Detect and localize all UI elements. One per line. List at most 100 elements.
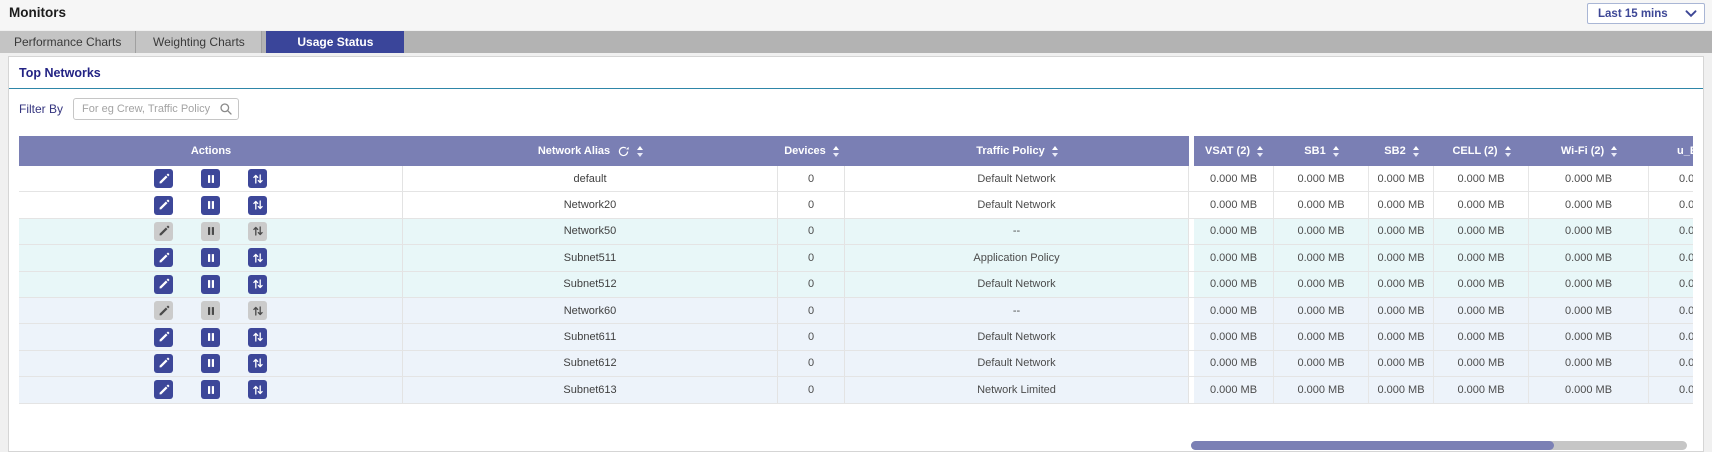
usage-cell: 0.000 MB — [1529, 166, 1649, 191]
sort-desc-icon — [1413, 153, 1419, 157]
column-header-devices[interactable]: Devices — [778, 136, 845, 166]
sort-control[interactable] — [637, 146, 643, 157]
network-alias-cell: Subnet613 — [403, 377, 778, 402]
tab-performance-charts[interactable]: Performance Charts — [0, 31, 136, 53]
edit-button[interactable] — [154, 301, 173, 320]
devices-cell: 0 — [778, 192, 845, 217]
sort-asc-icon — [833, 146, 839, 150]
reorder-button[interactable] — [248, 275, 267, 294]
sort-control[interactable] — [1505, 146, 1511, 157]
table-body: default 0 Default Network 0.000 MB0.000 … — [19, 166, 1693, 404]
sort-control[interactable] — [833, 146, 839, 157]
filter-by-label: Filter By — [19, 102, 63, 116]
usage-cell: 0.000 MB — [1434, 166, 1529, 191]
column-header-wi-fi-2-[interactable]: Wi-Fi (2) — [1529, 136, 1649, 166]
column-header-sb2[interactable]: SB2 — [1369, 136, 1434, 166]
actions-cell — [19, 192, 403, 217]
column-header-label: VSAT (2) — [1205, 145, 1250, 157]
pause-button[interactable] — [201, 196, 220, 215]
edit-button[interactable] — [154, 248, 173, 267]
sort-desc-icon — [1257, 153, 1263, 157]
edit-button[interactable] — [154, 222, 173, 241]
reorder-button[interactable] — [248, 328, 267, 347]
reorder-button[interactable] — [248, 248, 267, 267]
usage-scroll-region: 0.000 MB0.000 MB0.000 MB0.000 MB0.000 MB… — [1194, 192, 1693, 217]
usage-cell: 0.000 MB — [1194, 166, 1274, 191]
column-header-cell-2-[interactable]: CELL (2) — [1434, 136, 1529, 166]
actions-cell — [19, 166, 403, 191]
panel-title-block: Top Networks — [9, 57, 1703, 89]
time-range-value: Last 15 mins — [1598, 8, 1668, 20]
edit-button[interactable] — [154, 328, 173, 347]
reorder-button[interactable] — [248, 169, 267, 188]
sort-asc-icon — [1257, 146, 1263, 150]
pause-button[interactable] — [201, 248, 220, 267]
devices-cell: 0 — [778, 324, 845, 349]
pause-button[interactable] — [201, 169, 220, 188]
sort-control[interactable] — [1333, 146, 1339, 157]
usage-cell: 0.000 MB — [1369, 272, 1434, 297]
network-alias-cell: Subnet612 — [403, 351, 778, 376]
usage-cell: 0.000 MB — [1369, 298, 1434, 323]
reorder-button[interactable] — [248, 354, 267, 373]
page-title: Monitors — [9, 5, 66, 20]
search-icon[interactable] — [219, 102, 233, 116]
table-row: Network60 0 -- 0.000 MB0.000 MB0.000 MB0… — [19, 298, 1693, 324]
pause-button[interactable] — [201, 222, 220, 241]
pause-button[interactable] — [201, 301, 220, 320]
usage-cell: 0.000 MB — [1649, 192, 1693, 217]
sort-desc-icon — [1611, 153, 1617, 157]
usage-cell: 0.000 MB — [1369, 324, 1434, 349]
pause-button[interactable] — [201, 354, 220, 373]
column-header-u-e: u_E — [1649, 136, 1693, 166]
time-range-dropdown[interactable]: Last 15 mins — [1587, 3, 1705, 24]
usage-scroll-region: 0.000 MB0.000 MB0.000 MB0.000 MB0.000 MB… — [1194, 245, 1693, 270]
usage-cell: 0.000 MB — [1434, 245, 1529, 270]
table-row: Subnet512 0 Default Network 0.000 MB0.00… — [19, 272, 1693, 298]
tab-usage-status[interactable]: Usage Status — [266, 31, 404, 53]
usage-cell: 0.000 MB — [1649, 219, 1693, 244]
horizontal-scrollbar[interactable] — [1191, 441, 1687, 450]
reorder-button[interactable] — [248, 380, 267, 399]
panel-title: Top Networks — [19, 66, 101, 80]
network-alias-cell: Subnet511 — [403, 245, 778, 270]
devices-cell: 0 — [778, 377, 845, 402]
actions-cell — [19, 219, 403, 244]
usage-cell: 0.000 MB — [1194, 272, 1274, 297]
sort-asc-icon — [1413, 146, 1419, 150]
actions-cell — [19, 245, 403, 270]
scrollbar-thumb[interactable] — [1191, 441, 1554, 450]
reorder-button[interactable] — [248, 301, 267, 320]
tab-weighting-charts[interactable]: Weighting Charts — [136, 31, 262, 53]
pause-button[interactable] — [201, 328, 220, 347]
pause-button[interactable] — [201, 275, 220, 294]
usage-cell: 0.000 MB — [1434, 219, 1529, 244]
filter-input[interactable] — [73, 98, 239, 120]
column-header-network-alias[interactable]: Network Alias — [403, 136, 778, 166]
usage-scroll-region: 0.000 MB0.000 MB0.000 MB0.000 MB0.000 MB… — [1194, 377, 1693, 402]
reorder-button[interactable] — [248, 196, 267, 215]
sort-control[interactable] — [1611, 146, 1617, 157]
pause-button[interactable] — [201, 380, 220, 399]
column-header-label: SB1 — [1304, 145, 1325, 157]
traffic-policy-cell: -- — [845, 219, 1189, 244]
sort-control[interactable] — [1413, 146, 1419, 157]
reorder-button[interactable] — [248, 222, 267, 241]
usage-cell: 0.000 MB — [1649, 245, 1693, 270]
sort-control[interactable] — [1052, 146, 1058, 157]
column-header-sb1[interactable]: SB1 — [1274, 136, 1369, 166]
edit-button[interactable] — [154, 380, 173, 399]
column-header-vsat-2-[interactable]: VSAT (2) — [1194, 136, 1274, 166]
column-header-traffic-policy[interactable]: Traffic Policy — [845, 136, 1189, 166]
actions-cell — [19, 324, 403, 349]
edit-button[interactable] — [154, 275, 173, 294]
sort-control[interactable] — [1257, 146, 1263, 157]
edit-button[interactable] — [154, 354, 173, 373]
edit-button[interactable] — [154, 196, 173, 215]
usage-cell: 0.000 MB — [1649, 272, 1693, 297]
edit-button[interactable] — [154, 169, 173, 188]
usage-cell: 0.000 MB — [1529, 192, 1649, 217]
refresh-icon[interactable] — [617, 145, 630, 158]
column-header-label: u_E — [1677, 145, 1693, 157]
sort-asc-icon — [1052, 146, 1058, 150]
